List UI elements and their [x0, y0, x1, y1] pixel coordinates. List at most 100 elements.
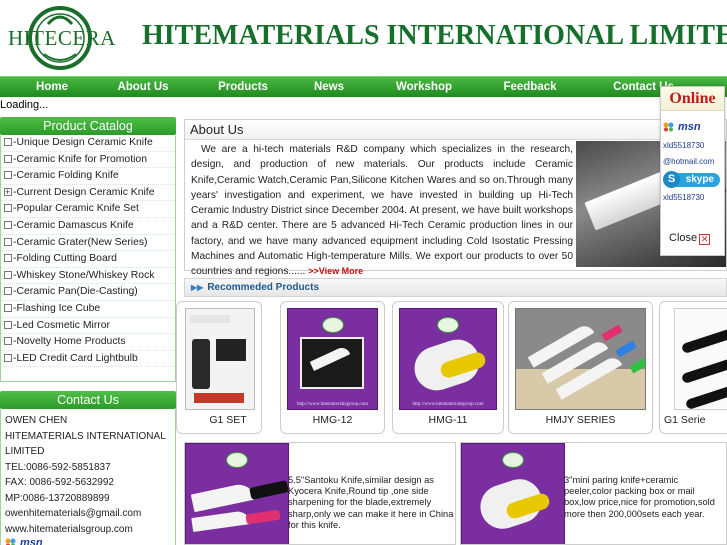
nav-home[interactable]: Home	[0, 77, 104, 97]
tree-node-icon	[4, 287, 12, 296]
brand-logo-icon	[321, 317, 344, 333]
tree-node-icon	[4, 220, 12, 229]
catalog-item[interactable]: -Ceramic Folding Knife	[1, 168, 175, 185]
catalog-item[interactable]: -Folding Cutting Board	[1, 251, 175, 268]
contact-fax: FAX: 0086-592-5632992	[5, 477, 114, 488]
msn-label: msn	[20, 537, 43, 545]
tree-node-icon	[4, 154, 12, 163]
catalog-title: Product Catalog	[0, 117, 176, 135]
catalog-item[interactable]: -Ceramic Grater(New Series)	[1, 235, 175, 252]
product-card[interactable]: http://www.hitematerialsgroup.com HMG-11	[392, 301, 504, 434]
catalog-item[interactable]: -Popular Ceramic Knife Set	[1, 201, 175, 218]
feature-description: 3"mini paring knife+ceramic peeler,color…	[564, 475, 715, 519]
msn-online-button[interactable]: msn	[663, 121, 701, 134]
main-nav: Home About Us Products News Workshop Fee…	[0, 76, 727, 97]
site-title: HITEMATERIALS INTERNATIONAL LIMITED	[142, 20, 727, 51]
product-image[interactable]: http://www.hitematerialsgroup.com	[287, 308, 378, 410]
view-more-link[interactable]: >>View More	[308, 266, 363, 276]
product-catalog: -Unique Design Ceramic Knife -Ceramic Kn…	[0, 135, 176, 382]
catalog-item[interactable]: -Novelty Home Products	[1, 334, 175, 351]
catalog-item[interactable]: -Led Cosmetic Mirror	[1, 318, 175, 335]
brand-logo-icon	[502, 452, 524, 468]
feature-panel[interactable]: 3"mini paring knife+ceramic peeler,color…	[460, 442, 727, 545]
online-title: Online	[661, 87, 724, 111]
contact-box: Contact Us OWEN CHEN HITEMATERIALS INTER…	[0, 391, 176, 545]
nav-products[interactable]: Products	[182, 77, 304, 97]
contact-email[interactable]: owenhitematerials@gmail.com	[5, 506, 171, 522]
tree-node-icon	[4, 237, 12, 246]
msn-contact-button[interactable]: msn	[5, 537, 43, 545]
contact-title: Contact Us	[0, 391, 176, 409]
tree-node-icon	[4, 270, 12, 279]
nav-news[interactable]: News	[304, 77, 354, 97]
skype-id: xld5518730	[663, 193, 705, 202]
nav-workshop[interactable]: Workshop	[354, 77, 494, 97]
contact-company: HITEMATERIALS INTERNATIONAL	[5, 430, 166, 442]
tree-node-icon	[4, 254, 12, 263]
catalog-item[interactable]: -Whiskey Stone/Whiskey Rock	[1, 268, 175, 285]
contact-mobile: MP:0086-13720889899	[5, 492, 110, 504]
catalog-item[interactable]: -Current Design Ceramic Knife	[1, 184, 175, 202]
about-text: We are a hi-tech materials R&D company w…	[191, 144, 573, 278]
msn-butterfly-icon	[663, 122, 674, 132]
close-icon[interactable]: ✕	[699, 234, 711, 245]
feature-image[interactable]	[461, 443, 565, 544]
catalog-item[interactable]: -Ceramic Pan(Die-Casting)	[1, 284, 175, 301]
catalog-item[interactable]: -Unique Design Ceramic Knife	[1, 135, 175, 152]
tree-node-icon	[4, 171, 12, 180]
tree-node-icon	[4, 353, 12, 362]
skype-button[interactable]: S skype	[663, 171, 720, 188]
product-card[interactable]: HMJY SERIES	[508, 301, 653, 434]
tree-node-icon	[4, 303, 12, 312]
tree-node-icon	[4, 138, 12, 146]
product-card[interactable]: http://www.hitematerialsgroup.com HMG-12	[280, 301, 385, 434]
product-card[interactable]: G1 Serie	[659, 301, 727, 434]
brand-logo-icon	[437, 317, 459, 333]
expand-plus-icon[interactable]	[4, 184, 12, 200]
brand-logo-icon	[226, 452, 248, 468]
product-label[interactable]: G1 SET	[195, 414, 261, 426]
contact-company-cont: LIMITED	[5, 446, 45, 457]
feature-panel[interactable]: 5.5"Santoku Knife,similar design as Kyoc…	[184, 442, 456, 545]
nav-feedback[interactable]: Feedback	[494, 77, 566, 97]
skype-label: skype	[685, 174, 714, 185]
msn-butterfly-icon	[5, 538, 16, 545]
product-image[interactable]: http://www.hitematerialsgroup.com	[399, 308, 497, 410]
feature-image[interactable]	[185, 443, 289, 544]
recommended-header: ▶▶ Recommeded Products	[184, 278, 727, 297]
logo-text: HITECERA	[8, 26, 116, 50]
catalog-item[interactable]: -LED Credit Card Lightbulb	[1, 351, 175, 368]
skype-icon: S	[663, 171, 680, 188]
contact-name: OWEN CHEN	[5, 415, 68, 426]
feature-description: 5.5"Santoku Knife,similar design as Kyoc…	[288, 475, 454, 530]
nav-about-us[interactable]: About Us	[104, 77, 182, 97]
contact-details: OWEN CHEN HITEMATERIALS INTERNATIONAL LI…	[0, 409, 176, 545]
contact-tel: TEL:0086-592-5851837	[5, 461, 111, 473]
close-button[interactable]: Close ✕	[669, 232, 711, 245]
contact-website[interactable]: www.hitematerialsgroup.com	[5, 522, 171, 538]
product-card[interactable]: G1 SET	[176, 301, 262, 434]
double-arrow-icon: ▶▶	[191, 283, 204, 292]
tree-node-icon	[4, 320, 12, 329]
about-title: About Us	[185, 120, 726, 140]
catalog-item[interactable]: -Ceramic Damascus Knife	[1, 218, 175, 235]
about-section: About Us We are a hi-tech materials R&D …	[184, 119, 727, 277]
product-label[interactable]: G1 Serie	[664, 414, 727, 426]
product-label[interactable]: HMJY SERIES	[509, 414, 652, 426]
product-image[interactable]	[185, 308, 255, 410]
product-image[interactable]	[674, 308, 727, 410]
catalog-item[interactable]: -Flashing Ice Cube	[1, 301, 175, 318]
msn-email: @hotmail.com	[663, 157, 715, 166]
left-column: Product Catalog -Unique Design Ceramic K…	[0, 117, 176, 545]
product-image[interactable]	[515, 308, 646, 410]
product-label[interactable]: HMG-11	[393, 414, 503, 426]
tree-node-icon	[4, 337, 12, 346]
site-header: HITECERA HITEMATERIALS INTERNATIONAL LIM…	[0, 0, 727, 76]
product-label[interactable]: HMG-12	[281, 414, 384, 426]
loading-text: Loading...	[0, 99, 49, 111]
catalog-item[interactable]: -Ceramic Knife for Promotion	[1, 152, 175, 169]
online-support-widget: Online msn xld5518730 @hotmail.com S sky…	[660, 86, 725, 256]
msn-id: xld5518730	[663, 141, 705, 150]
tree-node-icon	[4, 204, 12, 213]
msn-label: msn	[678, 121, 701, 133]
